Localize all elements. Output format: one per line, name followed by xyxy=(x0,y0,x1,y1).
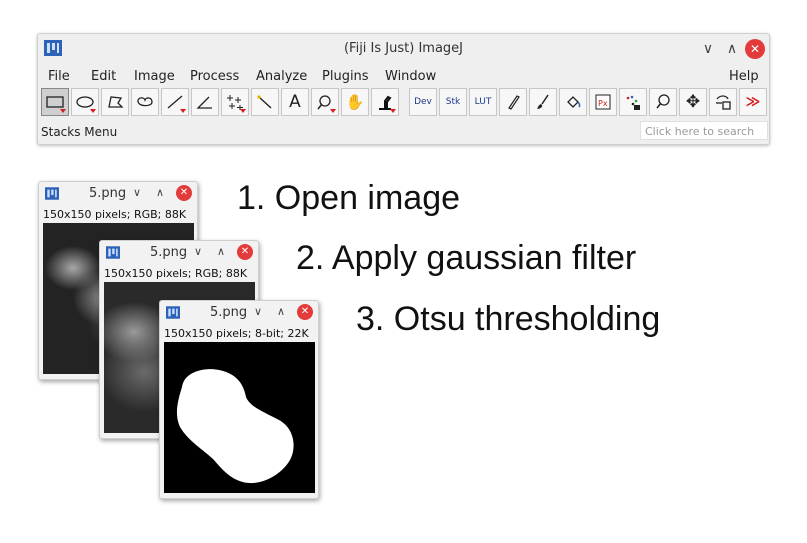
wand-tool[interactable] xyxy=(251,88,279,116)
menu-file[interactable]: File xyxy=(48,69,70,84)
image-info: 150x150 pixels; 8-bit; 22K xyxy=(164,327,309,340)
multipoint-tool[interactable] xyxy=(221,88,249,116)
menu-edit[interactable]: Edit xyxy=(91,69,116,84)
status-text: Stacks Menu xyxy=(41,125,118,139)
zoom-tool[interactable] xyxy=(311,88,339,116)
close-button[interactable]: ✕ xyxy=(297,304,313,320)
magnifier-tool[interactable] xyxy=(649,88,677,116)
maximize-button[interactable]: ∧ xyxy=(152,185,168,201)
paintbrush-tool[interactable] xyxy=(529,88,557,116)
script-tool[interactable] xyxy=(709,88,737,116)
minimize-button[interactable]: ∨ xyxy=(129,185,145,201)
imagej-main-window: (Fiji Is Just) ImageJ ∨ ∧ ✕ File Edit Im… xyxy=(37,33,770,145)
angle-tool[interactable] xyxy=(191,88,219,116)
maximize-button[interactable]: ∧ xyxy=(273,304,289,320)
more-tools-icon[interactable]: ≫ xyxy=(739,88,767,116)
menu-plugins[interactable]: Plugins xyxy=(322,69,369,84)
image-window-title: 5.png xyxy=(210,305,248,320)
minimize-button[interactable]: ∨ xyxy=(698,39,718,59)
fiji-logo-icon xyxy=(45,187,59,200)
maximize-button[interactable]: ∧ xyxy=(213,244,229,260)
rectangle-tool[interactable] xyxy=(41,88,69,116)
close-button[interactable]: ✕ xyxy=(237,244,253,260)
pixel-inspector-tool[interactable]: Px xyxy=(589,88,617,116)
menu-image[interactable]: Image xyxy=(134,69,175,84)
developer-menu-tool[interactable]: Dev xyxy=(409,88,437,116)
fiji-logo-icon xyxy=(166,306,180,319)
move-tool[interactable]: ✥ xyxy=(679,88,707,116)
search-input[interactable]: Click here to search xyxy=(640,121,768,140)
image-window-threshold[interactable]: 5.png ∨ ∧ ✕ 150x150 pixels; 8-bit; 22K xyxy=(159,300,319,499)
close-button[interactable]: ✕ xyxy=(745,39,765,59)
image-window-title: 5.png xyxy=(89,186,127,201)
close-button[interactable]: ✕ xyxy=(176,185,192,201)
minimize-button[interactable]: ∨ xyxy=(250,304,266,320)
menu-help[interactable]: Help xyxy=(729,69,759,84)
text-tool[interactable]: A xyxy=(281,88,309,116)
menu-process[interactable]: Process xyxy=(190,69,239,84)
roi-manager-tool[interactable] xyxy=(619,88,647,116)
title-bar[interactable]: (Fiji Is Just) ImageJ ∨ ∧ ✕ xyxy=(38,34,769,64)
image-info: 150x150 pixels; RGB; 88K xyxy=(43,208,187,221)
polygon-tool[interactable] xyxy=(101,88,129,116)
menu-bar: File Edit Image Process Analyze Plugins … xyxy=(38,64,769,86)
image-canvas-threshold[interactable] xyxy=(164,342,315,493)
oval-tool[interactable] xyxy=(71,88,99,116)
freehand-tool[interactable] xyxy=(131,88,159,116)
menu-analyze[interactable]: Analyze xyxy=(256,69,307,84)
image-info: 150x150 pixels; RGB; 88K xyxy=(104,267,248,280)
toolbar: A ✋ Dev Stk LUT Px ✥ ≫ xyxy=(41,88,767,118)
status-bar: Stacks Menu Click here to search xyxy=(38,120,769,142)
pencil-tool[interactable] xyxy=(499,88,527,116)
flood-fill-tool[interactable] xyxy=(559,88,587,116)
svg-text:Px: Px xyxy=(598,99,608,108)
menu-window[interactable]: Window xyxy=(385,69,436,84)
minimize-button[interactable]: ∨ xyxy=(190,244,206,260)
fiji-logo-icon xyxy=(106,246,120,259)
window-title: (Fiji Is Just) ImageJ xyxy=(343,41,463,56)
stacks-menu-tool[interactable]: Stk xyxy=(439,88,467,116)
color-picker-tool[interactable] xyxy=(371,88,399,116)
maximize-button[interactable]: ∧ xyxy=(722,39,742,59)
step-2-caption: 2. Apply gaussian filter xyxy=(296,239,637,277)
line-tool[interactable] xyxy=(161,88,189,116)
lut-menu-tool[interactable]: LUT xyxy=(469,88,497,116)
segmented-mask xyxy=(176,369,294,484)
image-window-title: 5.png xyxy=(150,245,188,260)
hand-scroll-tool[interactable]: ✋ xyxy=(341,88,369,116)
step-3-caption: 3. Otsu thresholding xyxy=(356,300,661,338)
step-1-caption: 1. Open image xyxy=(237,179,461,217)
